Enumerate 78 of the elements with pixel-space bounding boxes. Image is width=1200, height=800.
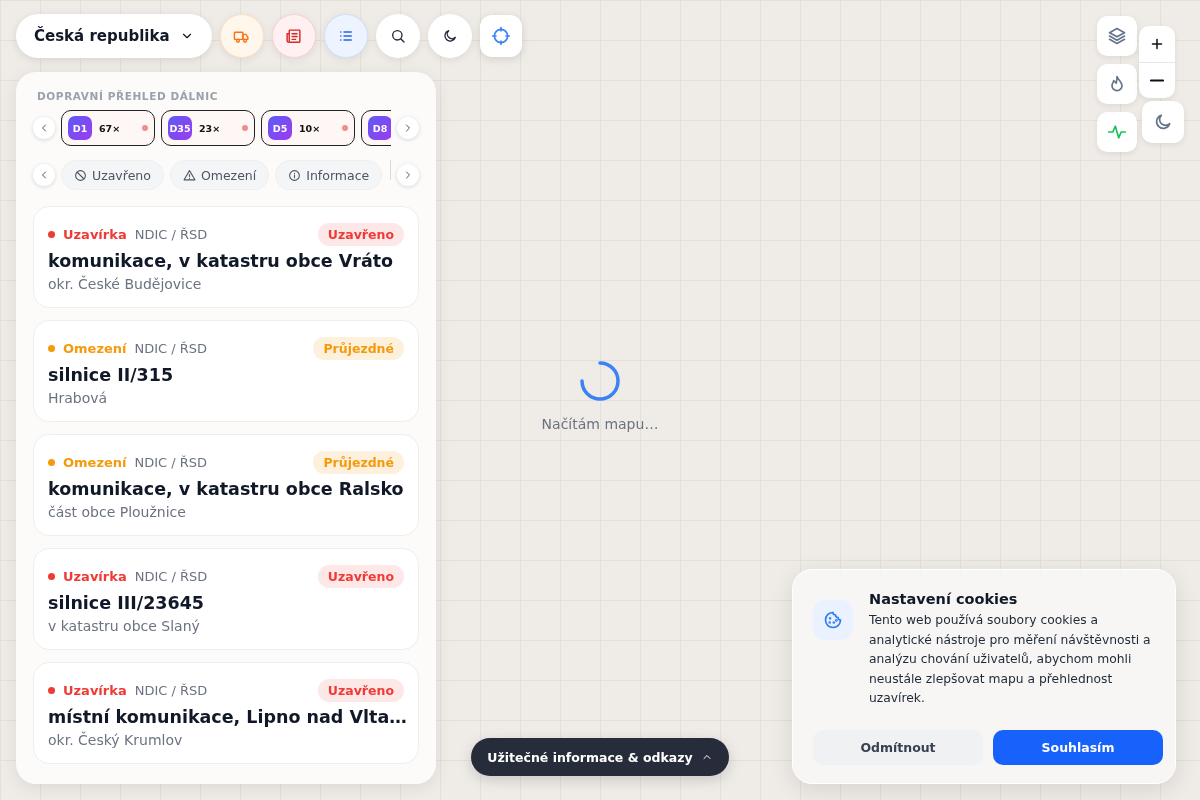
info-icon xyxy=(288,168,302,182)
accept-button[interactable]: Souhlasím xyxy=(993,730,1163,765)
event-card[interactable]: Uzavírka NDIC / ŘSD Uzavřeno komunikace, v katastru obce Vráto okr. České Budějovice xyxy=(33,206,419,308)
event-type: Uzavírka xyxy=(63,682,127,698)
filter-chip[interactable]: Informace xyxy=(275,160,383,190)
pulse-icon xyxy=(1107,122,1127,142)
event-card[interactable]: Omezení NDIC / ŘSD Průjezdné komunikace, v katastru obce Ralsko část obce Ploužnice xyxy=(33,434,419,536)
event-card[interactable]: Uzavírka NDIC / ŘSD Uzavřeno místní komunikace, Lipno nad Vlta… okr. Český Krumlov xyxy=(33,662,419,764)
status-badge: Průjezdné xyxy=(313,450,404,474)
locate-button[interactable] xyxy=(479,15,522,57)
status-badge: Uzavřeno xyxy=(317,222,404,246)
dark-mode-button[interactable] xyxy=(1142,101,1184,143)
event-type: Uzavírka xyxy=(63,568,127,584)
event-title: komunikace, v katastru obce Vráto xyxy=(48,251,395,271)
cookie-text: Tento web používá soubory cookies a analytické nástroje pro měření návštěvnosti a analýzu chování uživatelů, abychom mohli neustále zlepšovat mapu a přehlednost uzavírek. xyxy=(869,612,1152,707)
scroll-right-button[interactable] xyxy=(397,164,419,186)
scroll-left-button[interactable] xyxy=(33,164,55,186)
event-source: NDIC / ŘSD xyxy=(134,682,209,698)
highway-chip[interactable]: D8 xyxy=(361,110,391,146)
panel-title: DOPRAVNÍ PŘEHLED DÁLNIC xyxy=(37,90,220,102)
moon-icon xyxy=(1153,112,1173,132)
alert-dot xyxy=(142,125,148,131)
search-icon xyxy=(389,28,406,44)
event-count: 10× xyxy=(299,122,322,134)
cookie-icon xyxy=(813,600,853,640)
event-title: silnice III/23645 xyxy=(48,593,205,613)
event-source: NDIC / ŘSD xyxy=(134,226,209,242)
event-count: 67× xyxy=(99,122,122,134)
moon-icon xyxy=(441,28,458,44)
event-location: v katastru obce Slaný xyxy=(48,618,201,634)
warning-icon xyxy=(182,168,196,182)
scroll-left-button[interactable] xyxy=(33,117,55,139)
alert-dot xyxy=(242,125,248,131)
crosshair-icon xyxy=(490,26,511,46)
event-title: místní komunikace, Lipno nad Vlta… xyxy=(48,707,404,727)
event-location: okr. České Budějovice xyxy=(48,276,203,292)
highway-badge: D35 xyxy=(168,116,192,140)
cookie-title: Nastavení cookies xyxy=(869,591,1019,607)
scroll-right-button[interactable] xyxy=(397,117,419,139)
heatmap-button[interactable] xyxy=(1097,64,1137,104)
blocked-icon xyxy=(74,168,87,182)
filter-chip[interactable]: Uzavřeno xyxy=(61,160,164,190)
highway-badge: D5 xyxy=(268,116,292,140)
event-source: NDIC / ŘSD xyxy=(134,340,209,356)
event-type: Uzavírka xyxy=(63,226,127,242)
list-icon xyxy=(337,28,354,44)
info-links-button[interactable]: Užitečné informace & odkazy xyxy=(471,738,729,776)
event-type: Omezení xyxy=(63,340,127,356)
event-card[interactable]: Omezení NDIC / ŘSD Průjezdné silnice II/315 Hrabová xyxy=(33,320,419,422)
status-badge: Uzavřeno xyxy=(317,564,404,588)
highway-chip[interactable]: D35 23× xyxy=(161,110,255,146)
decline-button[interactable]: Odmítnout xyxy=(813,730,983,765)
event-type: Omezení xyxy=(63,454,127,470)
minus-icon xyxy=(1150,79,1164,82)
highway-badge: D8 xyxy=(368,116,391,140)
status-badge: Uzavřeno xyxy=(317,678,404,702)
highway-chip[interactable]: D1 67× xyxy=(61,110,155,146)
event-location: okr. Český Krumlov xyxy=(48,732,184,748)
status-badge: Průjezdné xyxy=(313,336,404,360)
loading-text: Načítám mapu… xyxy=(541,416,659,432)
event-title: komunikace, v katastru obce Ralsko xyxy=(48,479,404,499)
event-count: 23× xyxy=(199,122,222,134)
layers-icon xyxy=(1107,26,1127,46)
event-source: NDIC / ŘSD xyxy=(134,454,209,470)
newspaper-icon xyxy=(285,27,303,45)
event-location: Hrabová xyxy=(48,390,109,406)
event-card[interactable]: Uzavírka NDIC / ŘSD Uzavřeno silnice III/23645 v katastru obce Slaný xyxy=(33,548,419,650)
activity-button[interactable] xyxy=(1097,112,1137,152)
filter-chip[interactable]: Omezení xyxy=(169,160,270,190)
event-title: silnice II/315 xyxy=(48,365,175,385)
loading-spinner xyxy=(579,360,621,402)
alert-dot xyxy=(342,125,348,131)
highway-badge: D1 xyxy=(68,116,92,140)
event-source: NDIC / ŘSD xyxy=(134,568,209,584)
layers-button[interactable] xyxy=(1097,16,1137,56)
highway-chip[interactable]: D5 10× xyxy=(261,110,355,146)
event-location: část obce Ploužnice xyxy=(48,504,187,520)
region-dropdown[interactable]: Česká republika xyxy=(16,14,212,58)
